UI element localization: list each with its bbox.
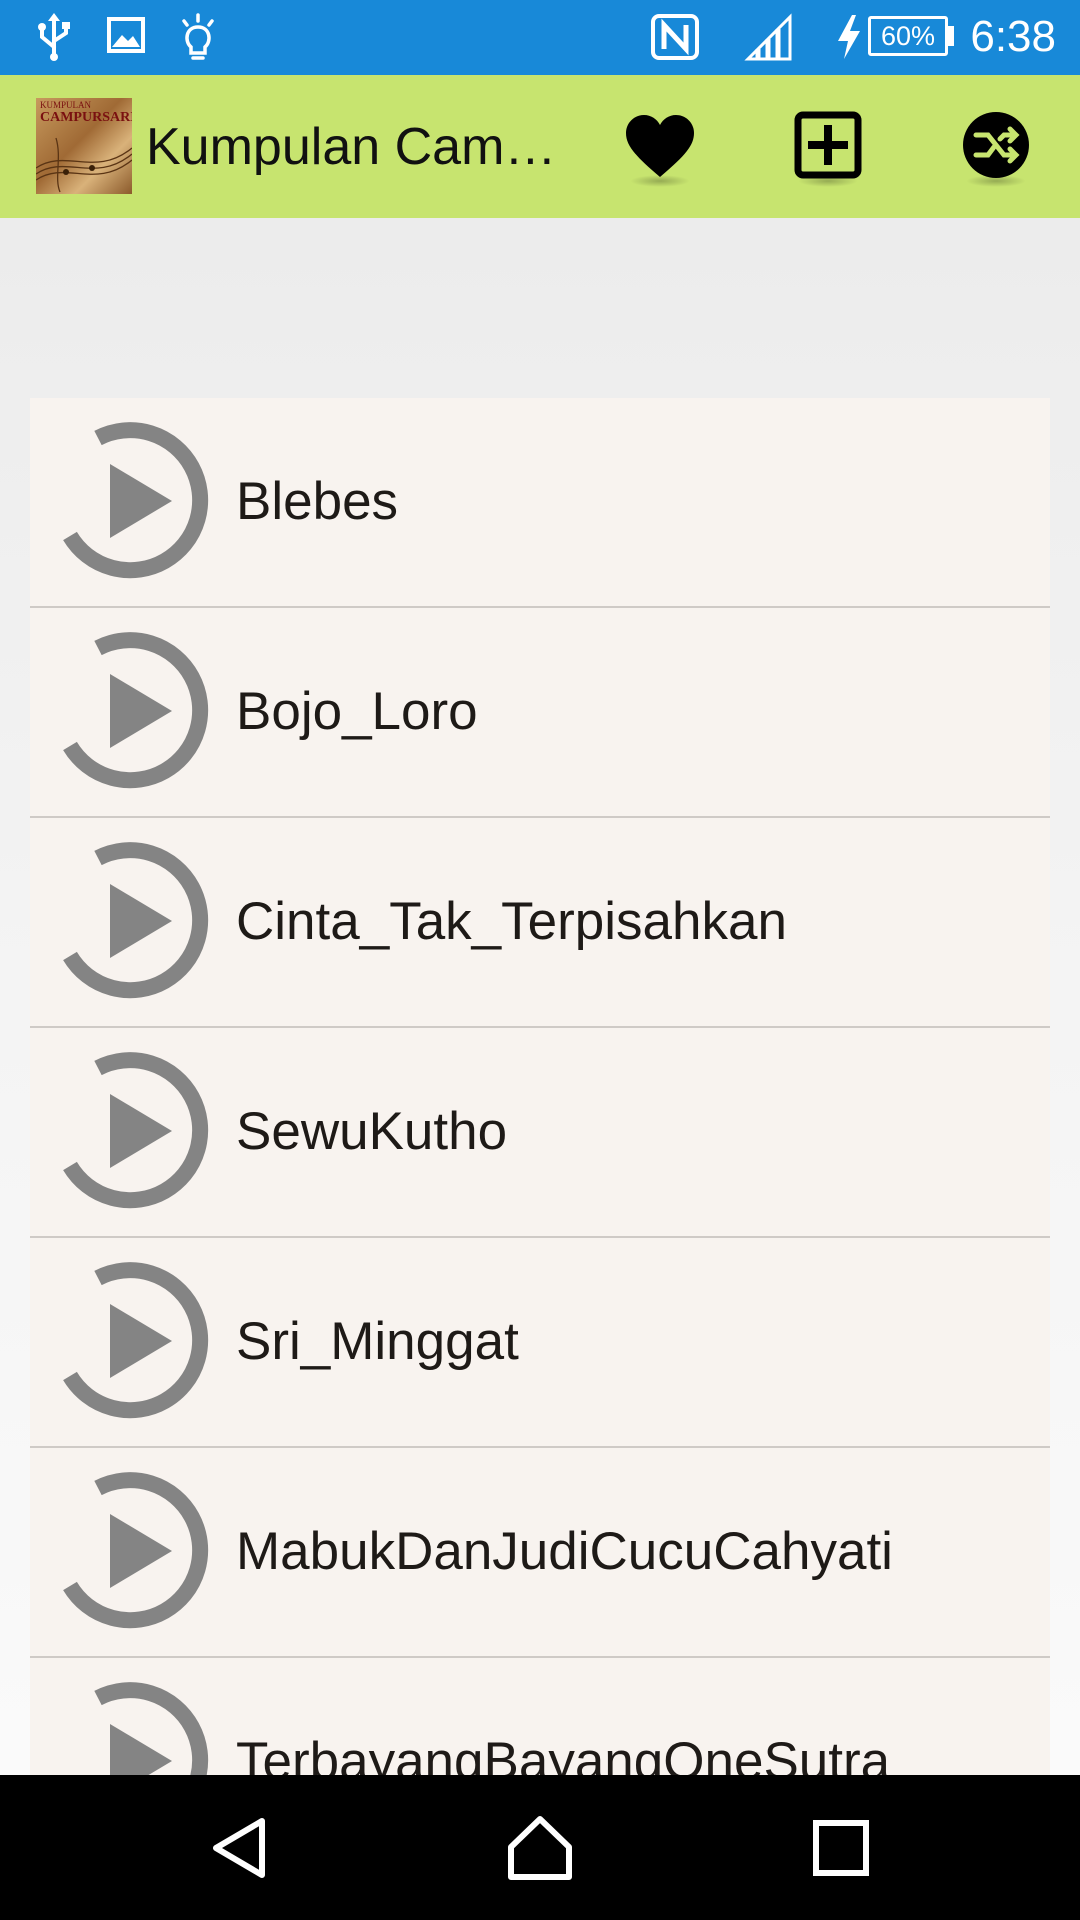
favorites-button[interactable] xyxy=(616,103,704,191)
home-icon xyxy=(508,1816,572,1880)
song-title: SewuKutho xyxy=(236,1102,508,1161)
play-icon[interactable] xyxy=(52,630,214,792)
app-bar: KUMPULAN CAMPURSARI Kumpulan Campursari xyxy=(0,75,1080,218)
logo-text-top: KUMPULAN xyxy=(40,100,92,110)
usb-icon xyxy=(38,13,70,61)
battery-tip xyxy=(948,26,954,46)
logo-text-main: CAMPURSARI xyxy=(40,110,132,125)
song-list-item[interactable]: Bojo_Loro xyxy=(30,608,1050,818)
nfc-icon xyxy=(651,14,699,60)
image-icon xyxy=(107,17,145,53)
song-list-item[interactable]: TerbayangBayangOneSutra xyxy=(30,1658,1050,1775)
song-title: MabukDanJudiCucuCahyati xyxy=(236,1522,893,1581)
charging-icon xyxy=(838,15,860,59)
song-title: Blebes xyxy=(236,472,399,531)
signal-icon xyxy=(744,13,792,61)
back-icon xyxy=(213,1818,265,1878)
status-bar: 60% 6:38 xyxy=(0,0,1080,75)
play-icon[interactable] xyxy=(52,1680,214,1775)
recents-button[interactable] xyxy=(806,1813,876,1883)
song-list-item[interactable]: Sri_Minggat xyxy=(30,1238,1050,1448)
content-area: Blebes Bojo_Loro Cinta_Tak_Terpisahkan Sewu… xyxy=(0,218,1080,1775)
recents-icon xyxy=(813,1820,869,1876)
music-staff-icon xyxy=(36,137,132,193)
battery-percent: 60% xyxy=(880,21,936,51)
app-logo: KUMPULAN CAMPURSARI xyxy=(36,98,132,194)
add-button[interactable] xyxy=(784,103,872,191)
status-time: 6:38 xyxy=(970,12,1056,61)
navigation-bar xyxy=(0,1775,1080,1920)
play-icon[interactable] xyxy=(52,1260,214,1422)
song-list-item[interactable]: SewuKutho xyxy=(30,1028,1050,1238)
song-title: TerbayangBayangOneSutra xyxy=(236,1732,891,1775)
song-list-item[interactable]: Blebes xyxy=(30,398,1050,608)
play-icon[interactable] xyxy=(52,420,214,582)
back-button[interactable] xyxy=(206,1813,276,1883)
app-title: Kumpulan Campursari xyxy=(146,118,566,176)
song-list-item[interactable]: Cinta_Tak_Terpisahkan xyxy=(30,818,1050,1028)
play-icon[interactable] xyxy=(52,1470,214,1632)
battery-icon: 60% xyxy=(868,16,948,56)
song-title: Cinta_Tak_Terpisahkan xyxy=(236,892,787,951)
song-list-item[interactable]: MabukDanJudiCucuCahyati xyxy=(30,1448,1050,1658)
song-list[interactable]: Blebes Bojo_Loro Cinta_Tak_Terpisahkan Sewu… xyxy=(30,398,1050,1775)
lightbulb-icon xyxy=(182,13,214,60)
play-icon[interactable] xyxy=(52,1050,214,1212)
play-icon[interactable] xyxy=(52,840,214,1002)
home-button[interactable] xyxy=(505,1813,575,1883)
shuffle-button[interactable] xyxy=(952,103,1040,191)
song-title: Sri_Minggat xyxy=(236,1312,519,1371)
song-title: Bojo_Loro xyxy=(236,682,478,741)
